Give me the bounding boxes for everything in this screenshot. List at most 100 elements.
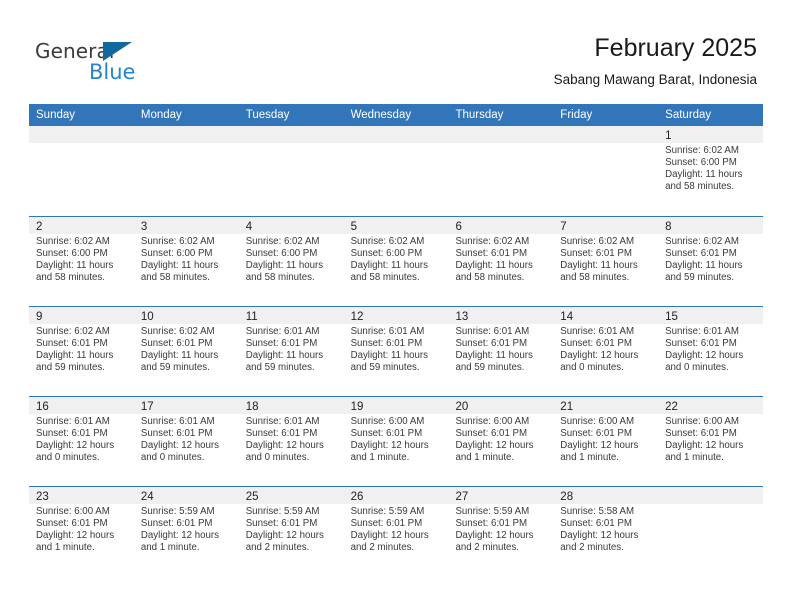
day-number-band: 24 [133,487,239,504]
calendar-day-cell[interactable]: 1 Sunrise: 6:02 AM Sunset: 6:00 PM Daylight… [658,126,764,216]
calendar-day-cell[interactable]: 11 Sunrise: 6:01 AM Sunset: 6:01 PM Dayligh… [238,307,344,396]
day-sun-info: Sunrise: 6:01 AM Sunset: 6:01 PM Daylight:… [553,324,658,374]
day-sun-info: Sunrise: 6:00 AM Sunset: 6:01 PM Daylight:… [344,414,449,464]
calendar-day-cell[interactable]: 4 Sunrise: 6:02 AM Sunset: 6:00 PM Daylight… [238,217,344,306]
sunrise-text: Sunrise: 6:02 AM [36,326,110,337]
calendar-day-cell[interactable]: 16 Sunrise: 6:01 AM Sunset: 6:01 PM Dayligh… [29,397,134,486]
calendar-day-cell[interactable]: 21 Sunrise: 6:00 AM Sunset: 6:01 PM Dayligh… [553,397,659,486]
day-number-band [448,126,554,143]
weekday-header-sunday: Sunday [36,109,76,121]
day-number-band: 12 [343,307,449,324]
day-number: 10 [140,311,154,323]
daylight-text: Daylight: 11 hours and 58 minutes. [36,260,114,284]
day-number-band: 27 [448,487,554,504]
sunset-text: Sunset: 6:00 PM [36,248,108,260]
weekday-header-friday: Friday [560,109,593,121]
calendar-day-cell[interactable]: 7 Sunrise: 6:02 AM Sunset: 6:01 PM Daylight… [553,217,659,306]
day-number: 9 [36,311,43,323]
sunset-text: Sunset: 6:01 PM [245,338,318,350]
day-sun-info: Sunrise: 6:02 AM Sunset: 6:01 PM Daylight:… [658,234,763,284]
calendar-day-cell[interactable]: 19 Sunrise: 6:00 AM Sunset: 6:01 PM Dayligh… [343,397,449,486]
sunset-text: Sunset: 6:01 PM [36,518,108,530]
calendar-day-cell[interactable]: 5 Sunrise: 6:02 AM Sunset: 6:00 PM Daylight… [343,217,449,306]
logo-text-blue: Blue [89,60,136,84]
day-number-band: 13 [448,307,554,324]
day-number: 24 [140,491,154,503]
day-number-band: 6 [448,217,554,234]
day-number-band: 19 [343,397,449,414]
daylight-text: Daylight: 11 hours and 59 minutes. [455,350,533,374]
day-number: 20 [455,401,469,413]
calendar-week-row: 16 Sunrise: 6:01 AM Sunset: 6:01 PM Dayligh… [29,396,764,486]
day-number: 13 [455,311,469,323]
day-number-band: 18 [238,397,344,414]
calendar-day-cell[interactable]: 10 Sunrise: 6:02 AM Sunset: 6:01 PM Dayligh… [133,307,239,396]
day-number-band: 7 [553,217,659,234]
weekday-header-tuesday: Tuesday [245,109,290,121]
sunrise-text: Sunrise: 6:02 AM [36,236,110,247]
calendar-weeks: 1 Sunrise: 6:02 AM Sunset: 6:00 PM Daylight… [29,126,764,576]
sunrise-text: Sunrise: 5:59 AM [245,506,320,517]
daylight-text: Daylight: 11 hours and 58 minutes. [560,260,638,284]
day-number-band: 3 [133,217,239,234]
day-sun-info: Sunrise: 6:01 AM Sunset: 6:01 PM Daylight:… [29,414,134,464]
sunset-text: Sunset: 6:01 PM [665,428,737,440]
sunset-text: Sunset: 6:00 PM [665,157,737,169]
sunrise-text: Sunrise: 6:02 AM [140,236,215,247]
calendar-day-cell[interactable]: 20 Sunrise: 6:00 AM Sunset: 6:01 PM Dayligh… [448,397,554,486]
daylight-text: Daylight: 12 hours and 0 minutes. [36,440,115,464]
sunrise-text: Sunrise: 6:02 AM [350,236,425,247]
day-sun-info: Sunrise: 6:00 AM Sunset: 6:01 PM Daylight:… [448,414,553,464]
calendar-day-cell[interactable]: 22 Sunrise: 6:00 AM Sunset: 6:01 PM Dayligh… [658,397,764,486]
calendar-day-cell[interactable]: 18 Sunrise: 6:01 AM Sunset: 6:01 PM Dayligh… [238,397,344,486]
calendar-day-cell[interactable]: 9 Sunrise: 6:02 AM Sunset: 6:01 PM Daylight… [29,307,134,396]
day-number: 25 [245,491,259,503]
sunset-text: Sunset: 6:01 PM [245,518,318,530]
daylight-text: Daylight: 11 hours and 58 minutes. [350,260,428,284]
day-sun-info: Sunrise: 6:02 AM Sunset: 6:00 PM Daylight:… [239,234,344,284]
calendar-day-cell[interactable]: 23 Sunrise: 6:00 AM Sunset: 6:01 PM Dayligh… [29,487,134,576]
sunset-text: Sunset: 6:00 PM [350,248,423,260]
daylight-text: Daylight: 12 hours and 0 minutes. [665,350,744,374]
calendar-day-cell[interactable]: 13 Sunrise: 6:01 AM Sunset: 6:01 PM Dayligh… [448,307,554,396]
sunset-text: Sunset: 6:01 PM [560,248,632,260]
calendar-day-cell[interactable]: 3 Sunrise: 6:02 AM Sunset: 6:00 PM Daylight… [133,217,239,306]
daylight-text: Daylight: 11 hours and 58 minutes. [665,169,743,193]
daylight-text: Daylight: 11 hours and 58 minutes. [245,260,324,284]
sunset-text: Sunset: 6:01 PM [140,338,213,350]
calendar-day-cell[interactable]: 12 Sunrise: 6:01 AM Sunset: 6:01 PM Dayligh… [343,307,449,396]
calendar-day-cell[interactable]: 24 Sunrise: 5:59 AM Sunset: 6:01 PM Dayligh… [133,487,239,576]
sunrise-text: Sunrise: 5:59 AM [455,506,530,517]
day-number-band: 14 [553,307,659,324]
calendar-day-cell[interactable]: 14 Sunrise: 6:01 AM Sunset: 6:01 PM Dayligh… [553,307,659,396]
calendar-day-cell[interactable]: 17 Sunrise: 6:01 AM Sunset: 6:01 PM Dayligh… [133,397,239,486]
sunrise-text: Sunrise: 6:00 AM [455,416,530,427]
calendar-day-cell[interactable]: 2 Sunrise: 6:02 AM Sunset: 6:00 PM Daylight… [29,217,134,306]
day-number-band: 22 [658,397,764,414]
calendar-day-cell[interactable]: 8 Sunrise: 6:02 AM Sunset: 6:01 PM Daylight… [658,217,764,306]
day-number: 5 [350,221,357,233]
calendar-day-cell[interactable]: 25 Sunrise: 5:59 AM Sunset: 6:01 PM Dayligh… [238,487,344,576]
sunset-text: Sunset: 6:01 PM [560,428,632,440]
calendar-day-cell[interactable]: 28 Sunrise: 5:58 AM Sunset: 6:01 PM Dayligh… [553,487,659,576]
calendar-day-cell[interactable]: 6 Sunrise: 6:02 AM Sunset: 6:01 PM Daylight… [448,217,554,306]
sunset-text: Sunset: 6:01 PM [350,338,423,350]
day-number-band [29,126,134,143]
day-number-band [343,126,449,143]
calendar-grid: Sunday Monday Tuesday Wednesday Thursday… [29,104,764,576]
day-number: 16 [36,401,49,413]
calendar-day-cell-empty [343,126,449,216]
calendar-day-cell[interactable]: 15 Sunrise: 6:01 AM Sunset: 6:01 PM Dayligh… [658,307,764,396]
day-number-band: 8 [658,217,764,234]
sunrise-text: Sunrise: 6:02 AM [665,145,739,156]
generalblue-logo[interactable]: General Blue [35,40,215,88]
calendar-week-row: 23 Sunrise: 6:00 AM Sunset: 6:01 PM Dayligh… [29,486,764,576]
day-sun-info: Sunrise: 6:00 AM Sunset: 6:01 PM Daylight:… [29,504,134,554]
weekday-header-thursday: Thursday [455,109,504,121]
day-number-band: 17 [133,397,239,414]
day-number-band: 16 [29,397,134,414]
calendar-day-cell[interactable]: 26 Sunrise: 5:59 AM Sunset: 6:01 PM Dayligh… [343,487,449,576]
calendar-day-cell[interactable]: 27 Sunrise: 5:59 AM Sunset: 6:01 PM Dayligh… [448,487,554,576]
day-sun-info: Sunrise: 6:02 AM Sunset: 6:01 PM Daylight:… [29,324,134,374]
sunset-text: Sunset: 6:01 PM [245,428,318,440]
